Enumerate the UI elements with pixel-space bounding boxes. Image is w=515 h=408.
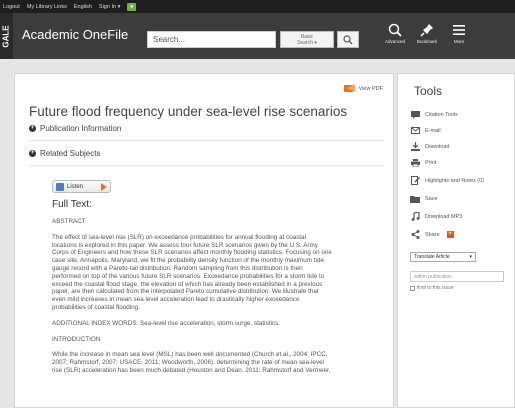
- search-type-select[interactable]: Basic Search ▾: [280, 31, 334, 48]
- download-icon: [410, 142, 420, 151]
- expand-plus-icon: +: [29, 150, 36, 157]
- abstract-text: The effect of sea-level rise (SLR) on ex…: [52, 233, 332, 311]
- email-icon: [410, 127, 420, 134]
- print-item[interactable]: Print: [410, 158, 436, 167]
- search-button[interactable]: [337, 31, 359, 48]
- index-words: ADDITIONAL INDEX WORDS: Sea-level rise a…: [52, 319, 280, 327]
- checkbox-icon: [410, 285, 415, 291]
- gale-logo[interactable]: GALE: [0, 13, 13, 59]
- search-icon: [343, 34, 353, 44]
- tools-panel: Tools Citation Tools E-mail Download Pri…: [397, 73, 515, 408]
- view-pdf-link[interactable]: View PDF: [343, 84, 383, 93]
- accessibility-icon[interactable]: ●: [127, 2, 137, 11]
- menu-icon: [453, 25, 465, 35]
- bookmark-button[interactable]: Bookmark: [414, 21, 440, 55]
- limit-to-issue-checkbox[interactable]: limit to this issue: [410, 285, 454, 291]
- more-button[interactable]: More: [446, 21, 472, 55]
- speaker-icon: [56, 182, 64, 191]
- full-text-label: Full Text:: [52, 199, 92, 210]
- listen-button[interactable]: Listen: [52, 180, 111, 193]
- music-icon: [411, 212, 420, 221]
- pdf-icon: [343, 84, 355, 92]
- sign-in-link[interactable]: Sign In ▾: [99, 4, 120, 10]
- article-body: Full Text: ABSTRACT The effect of sea-le…: [52, 199, 387, 375]
- logout-link[interactable]: Logout: [3, 4, 20, 10]
- highlight-icon: [410, 176, 420, 185]
- folder-icon: [410, 195, 420, 203]
- expand-plus-icon: +: [29, 125, 36, 132]
- citation-tools-item[interactable]: Citation Tools: [410, 110, 458, 119]
- play-icon: [101, 182, 107, 191]
- citation-icon: [410, 110, 420, 119]
- highlights-notes-item[interactable]: Highlights and Notes (0): [410, 176, 484, 185]
- dropdown-arrow-icon: ▾: [469, 254, 472, 260]
- app-title[interactable]: Academic OneFile: [22, 27, 128, 42]
- divider: [29, 140, 384, 141]
- advanced-search-icon: [388, 23, 402, 37]
- abstract-heading: ABSTRACT: [52, 218, 86, 225]
- article-panel: View PDF Future flood frequency under se…: [14, 73, 394, 408]
- search-within-publication-input[interactable]: within publication: [410, 271, 504, 282]
- bookmark-pin-icon: [420, 24, 433, 37]
- my-library-links-link[interactable]: My Library Links: [27, 4, 67, 10]
- tools-heading: Tools: [414, 84, 443, 98]
- download-mp3-item[interactable]: Download MP3: [410, 212, 462, 221]
- translate-article-select[interactable]: Translate Article ▾: [410, 252, 476, 262]
- publication-information-toggle[interactable]: + Publication Information: [29, 124, 121, 133]
- share-icon: [411, 230, 419, 239]
- search-input[interactable]: Search...: [147, 31, 276, 48]
- save-item[interactable]: Save: [410, 194, 438, 203]
- print-icon: [410, 158, 420, 167]
- article-title: Future flood frequency under sea-level r…: [29, 104, 348, 119]
- advanced-search-button[interactable]: Advanced: [382, 21, 408, 55]
- related-subjects-toggle[interactable]: + Related Subjects: [29, 149, 100, 158]
- divider: [29, 165, 384, 166]
- app-header: GALE Academic OneFile Search... Basic Se…: [0, 13, 515, 59]
- download-item[interactable]: Download: [410, 142, 449, 151]
- introduction-text: While the increase in mean sea level (MS…: [52, 351, 331, 374]
- introduction-heading: INTRODUCTION: [52, 335, 101, 343]
- share-plus-icon[interactable]: +: [446, 231, 454, 238]
- share-item[interactable]: Share +: [410, 230, 454, 239]
- top-utility-bar: Logout My Library Links English Sign In …: [0, 0, 515, 13]
- language-link[interactable]: English: [74, 4, 92, 10]
- email-item[interactable]: E-mail: [410, 126, 441, 135]
